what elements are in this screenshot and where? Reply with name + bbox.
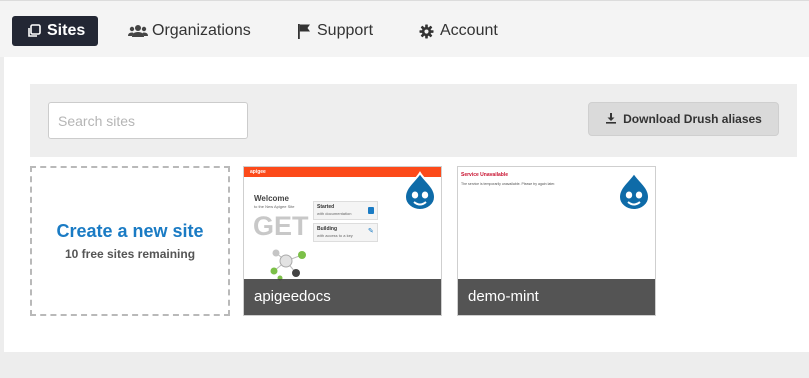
download-drush-aliases-button[interactable]: Download Drush aliases xyxy=(588,102,779,136)
free-sites-remaining: 10 free sites remaining xyxy=(64,247,196,261)
tab-organizations[interactable]: Organizations xyxy=(128,16,251,46)
sites-panel: Download Drush aliases Create a new site… xyxy=(4,57,809,352)
copy-icon xyxy=(27,24,41,38)
thumbnail-error-message: The service is temporarily unavailable. … xyxy=(461,182,556,186)
flag-icon xyxy=(297,23,311,39)
download-icon xyxy=(605,112,623,127)
drupal-logo-icon xyxy=(403,171,437,216)
site-card-demo-mint[interactable]: Service Unavailable The service is tempo… xyxy=(457,166,656,316)
site-name-label: apigeedocs xyxy=(244,279,441,315)
thumbnail-error-heading: Service Unavailable xyxy=(461,172,508,178)
thumbnail-big-text: GET xyxy=(253,211,309,241)
thumbnail-card-title: Building xyxy=(317,226,337,232)
thumbnail-card-title: Started xyxy=(317,204,335,210)
sites-toolbar: Download Drush aliases xyxy=(30,84,797,157)
thumbnail-subheading: to the New Apigee Site xyxy=(254,204,295,209)
wrench-icon: ✎ xyxy=(368,228,374,235)
tab-sites-label: Sites xyxy=(47,22,86,39)
thumbnail-heading: Welcome xyxy=(254,194,289,203)
thumbnail-card-subtitle: with access to a key xyxy=(317,233,353,238)
search-sites-input[interactable] xyxy=(48,102,248,139)
create-site-card[interactable]: Create a new site 10 free sites remainin… xyxy=(30,166,230,316)
tab-account[interactable]: Account xyxy=(419,16,498,46)
site-name-label: demo-mint xyxy=(458,279,655,315)
thumbnail-card: Building with access to a key ✎ xyxy=(313,223,378,242)
gear-icon xyxy=(419,23,434,39)
thumbnail-brand: apigee xyxy=(250,169,266,175)
tab-organizations-label: Organizations xyxy=(152,22,251,39)
download-label: Download Drush aliases xyxy=(623,112,762,126)
tab-account-label: Account xyxy=(440,22,498,39)
tab-support[interactable]: Support xyxy=(297,16,373,46)
drupal-logo-icon xyxy=(617,171,651,216)
top-navigation: Sites Organizations Support Account xyxy=(0,0,809,57)
create-site-link[interactable]: Create a new site xyxy=(56,221,203,242)
site-card-apigeedocs[interactable]: apigee Welcome to the New Apigee Site GE… xyxy=(243,166,442,316)
book-icon xyxy=(368,207,374,214)
tab-support-label: Support xyxy=(317,22,374,39)
tab-sites[interactable]: Sites xyxy=(12,16,99,46)
thumbnail-card: Started with documentation xyxy=(313,201,378,220)
users-icon xyxy=(128,24,148,38)
thumbnail-card-subtitle: with documentation xyxy=(317,211,352,216)
